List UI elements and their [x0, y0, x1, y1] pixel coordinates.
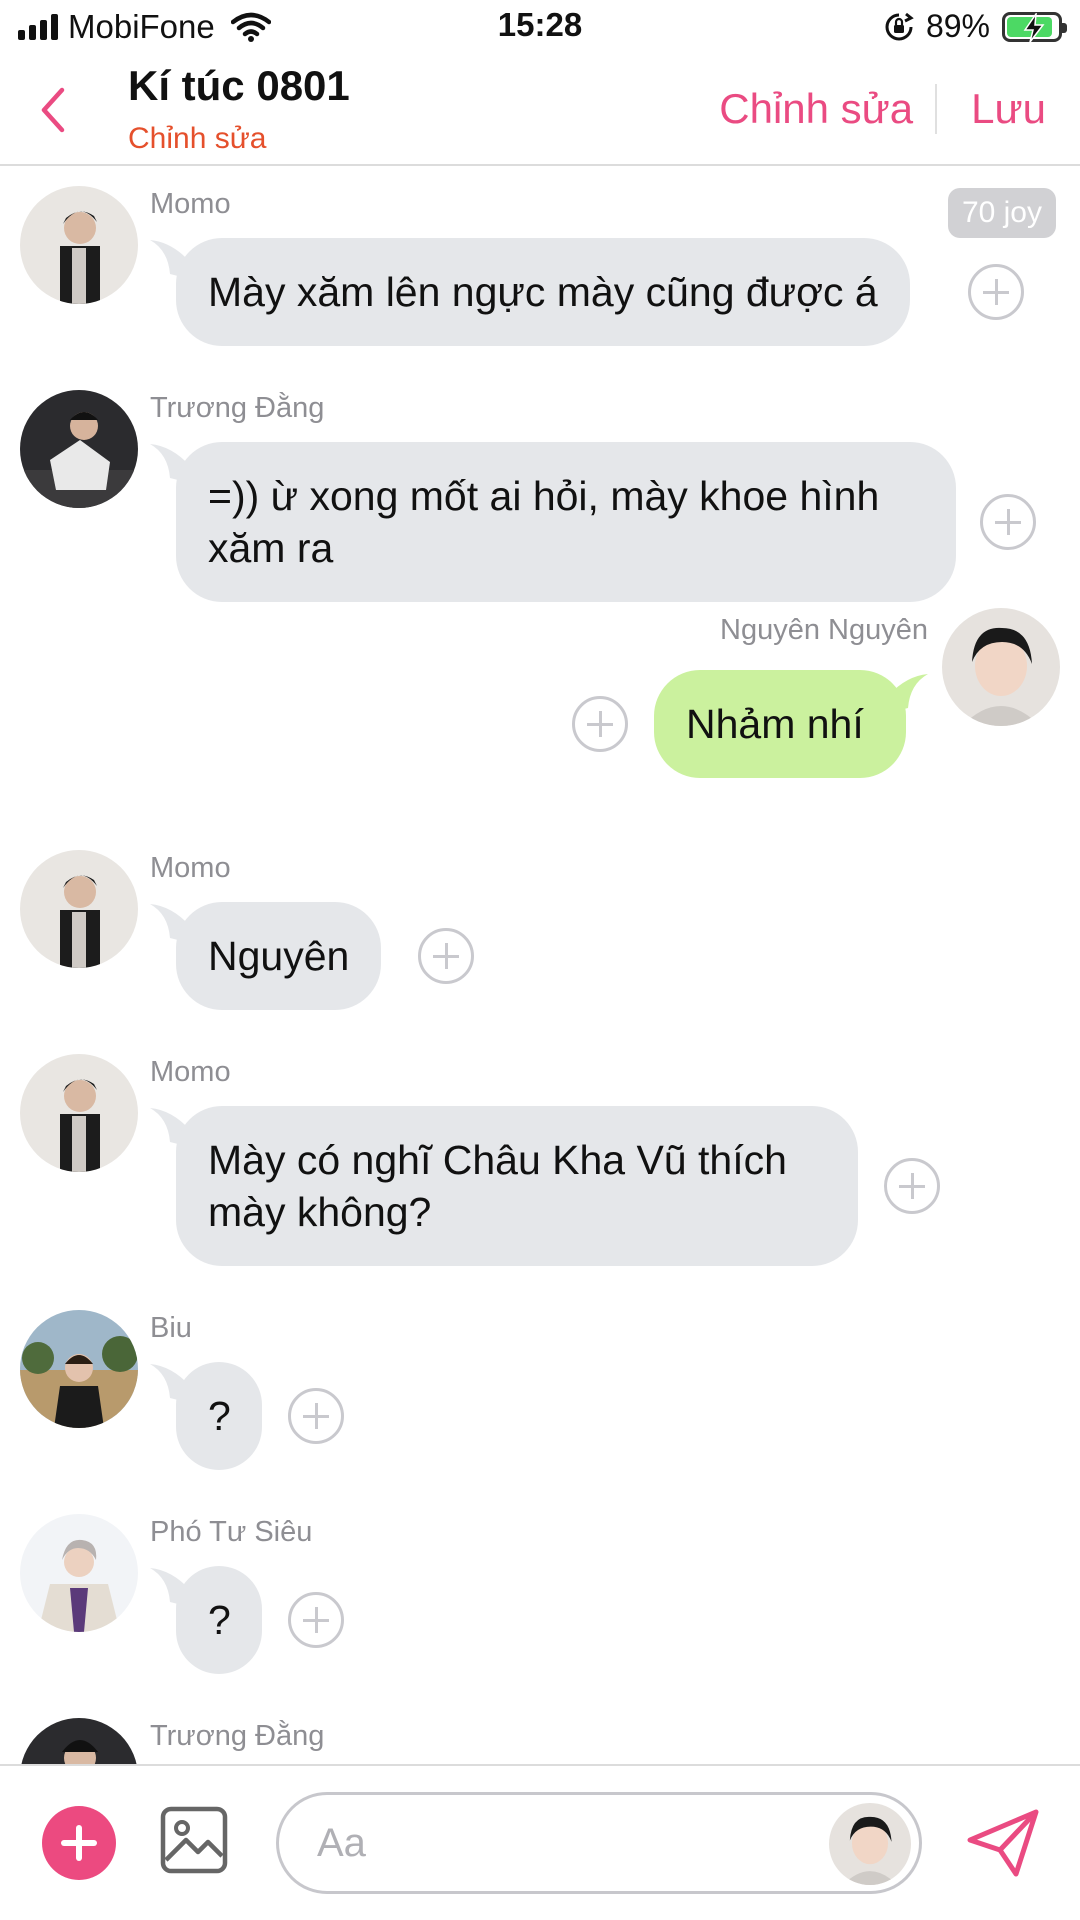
message-text: Mày có nghĩ Châu Kha Vũ thích mày không? [208, 1137, 787, 1235]
battery-percent: 89% [925, 8, 990, 44]
message-bubble[interactable]: ? [176, 1566, 262, 1674]
message-bubble[interactable]: Mày có nghĩ Châu Kha Vũ thích mày không? [176, 1106, 858, 1266]
message-bubble[interactable]: ? [176, 1362, 262, 1470]
message-input[interactable]: Aa [276, 1792, 922, 1894]
message-row: Trương Đằng =)) ừ xong mốt ai hỏi, mày k… [0, 372, 1080, 602]
message-row: Momo 70 joy Mày xăm lên ngực mày cũng đư… [0, 168, 1080, 368]
status-right: 89% [884, 8, 1067, 45]
message-text: =)) ừ xong mốt ai hỏi, mày khoe hình xăm… [208, 473, 880, 571]
message-text: Mày xăm lên ngực mày cũng được á [208, 269, 878, 315]
message-bubble[interactable]: =)) ừ xong mốt ai hỏi, mày khoe hình xăm… [176, 442, 956, 602]
rotation-lock-icon [885, 12, 914, 40]
sender-name: Momo [150, 188, 231, 220]
add-reaction-icon[interactable] [572, 696, 628, 752]
message-bubble[interactable]: Nhảm nhí [654, 670, 906, 778]
message-text: Nhảm nhí [686, 701, 864, 747]
status-bar: MobiFone 15:28 89% [0, 0, 1080, 56]
message-row: Momo Mày có nghĩ Châu Kha Vũ thích mày k… [0, 1036, 1080, 1266]
avatar[interactable] [942, 608, 1060, 726]
message-row: Trương Đằng [0, 1700, 1080, 1766]
message-text: ? [208, 1393, 231, 1439]
chat-subtitle[interactable]: Chỉnh sửa [128, 122, 267, 156]
avatar[interactable] [20, 390, 138, 508]
add-reaction-icon[interactable] [968, 264, 1024, 320]
chat-header: Kí túc 0801 Chỉnh sửa Chỉnh sửa Lưu [0, 56, 1080, 166]
avatar[interactable] [20, 186, 138, 304]
add-reaction-icon[interactable] [288, 1592, 344, 1648]
sender-name: Momo [150, 1056, 231, 1088]
image-icon[interactable] [160, 1806, 228, 1874]
composer-bar: Aa [0, 1764, 1080, 1920]
edit-button[interactable]: Chỉnh sửa [719, 85, 913, 133]
sender-name: Phó Tư Siêu [150, 1516, 313, 1548]
add-reaction-icon[interactable] [980, 494, 1036, 550]
joy-badge: 70 joy [947, 188, 1056, 238]
message-row: Phó Tư Siêu ? [0, 1496, 1080, 1696]
avatar[interactable] [20, 850, 138, 968]
back-chevron-icon[interactable] [34, 84, 74, 136]
sender-name: Nguyên Nguyên [720, 614, 928, 646]
message-input-placeholder: Aa [317, 1821, 366, 1865]
message-row: Biu ? [0, 1292, 1080, 1492]
header-actions: Chỉnh sửa Lưu [719, 84, 1046, 134]
message-text: ? [208, 1597, 231, 1643]
save-button[interactable]: Lưu [971, 85, 1046, 133]
sender-name: Trương Đằng [150, 1720, 325, 1752]
message-bubble[interactable]: Nguyên [176, 902, 382, 1010]
add-reaction-icon[interactable] [884, 1158, 940, 1214]
add-button[interactable] [42, 1806, 116, 1880]
avatar[interactable] [20, 1054, 138, 1172]
send-icon[interactable] [966, 1808, 1040, 1878]
sender-name: Trương Đằng [150, 392, 325, 424]
add-reaction-icon[interactable] [418, 928, 474, 984]
message-feed[interactable]: Momo 70 joy Mày xăm lên ngực mày cũng đư… [0, 168, 1080, 1766]
avatar[interactable] [20, 1310, 138, 1428]
message-row: Momo Nguyên [0, 832, 1080, 1032]
self-avatar[interactable] [829, 1803, 911, 1885]
message-text: Nguyên [208, 933, 350, 979]
charging-bolt-icon [1023, 12, 1045, 42]
chat-title: Kí túc 0801 [128, 62, 350, 109]
add-reaction-icon[interactable] [288, 1388, 344, 1444]
sender-name: Momo [150, 852, 231, 884]
battery-icon [1002, 11, 1067, 42]
message-row: Nguyên Nguyên Nhảm nhí [0, 608, 1080, 808]
header-divider [935, 84, 938, 134]
message-bubble[interactable]: Mày xăm lên ngực mày cũng được á [176, 238, 910, 346]
avatar[interactable] [20, 1514, 138, 1632]
avatar[interactable] [20, 1718, 138, 1766]
sender-name: Biu [150, 1312, 192, 1344]
